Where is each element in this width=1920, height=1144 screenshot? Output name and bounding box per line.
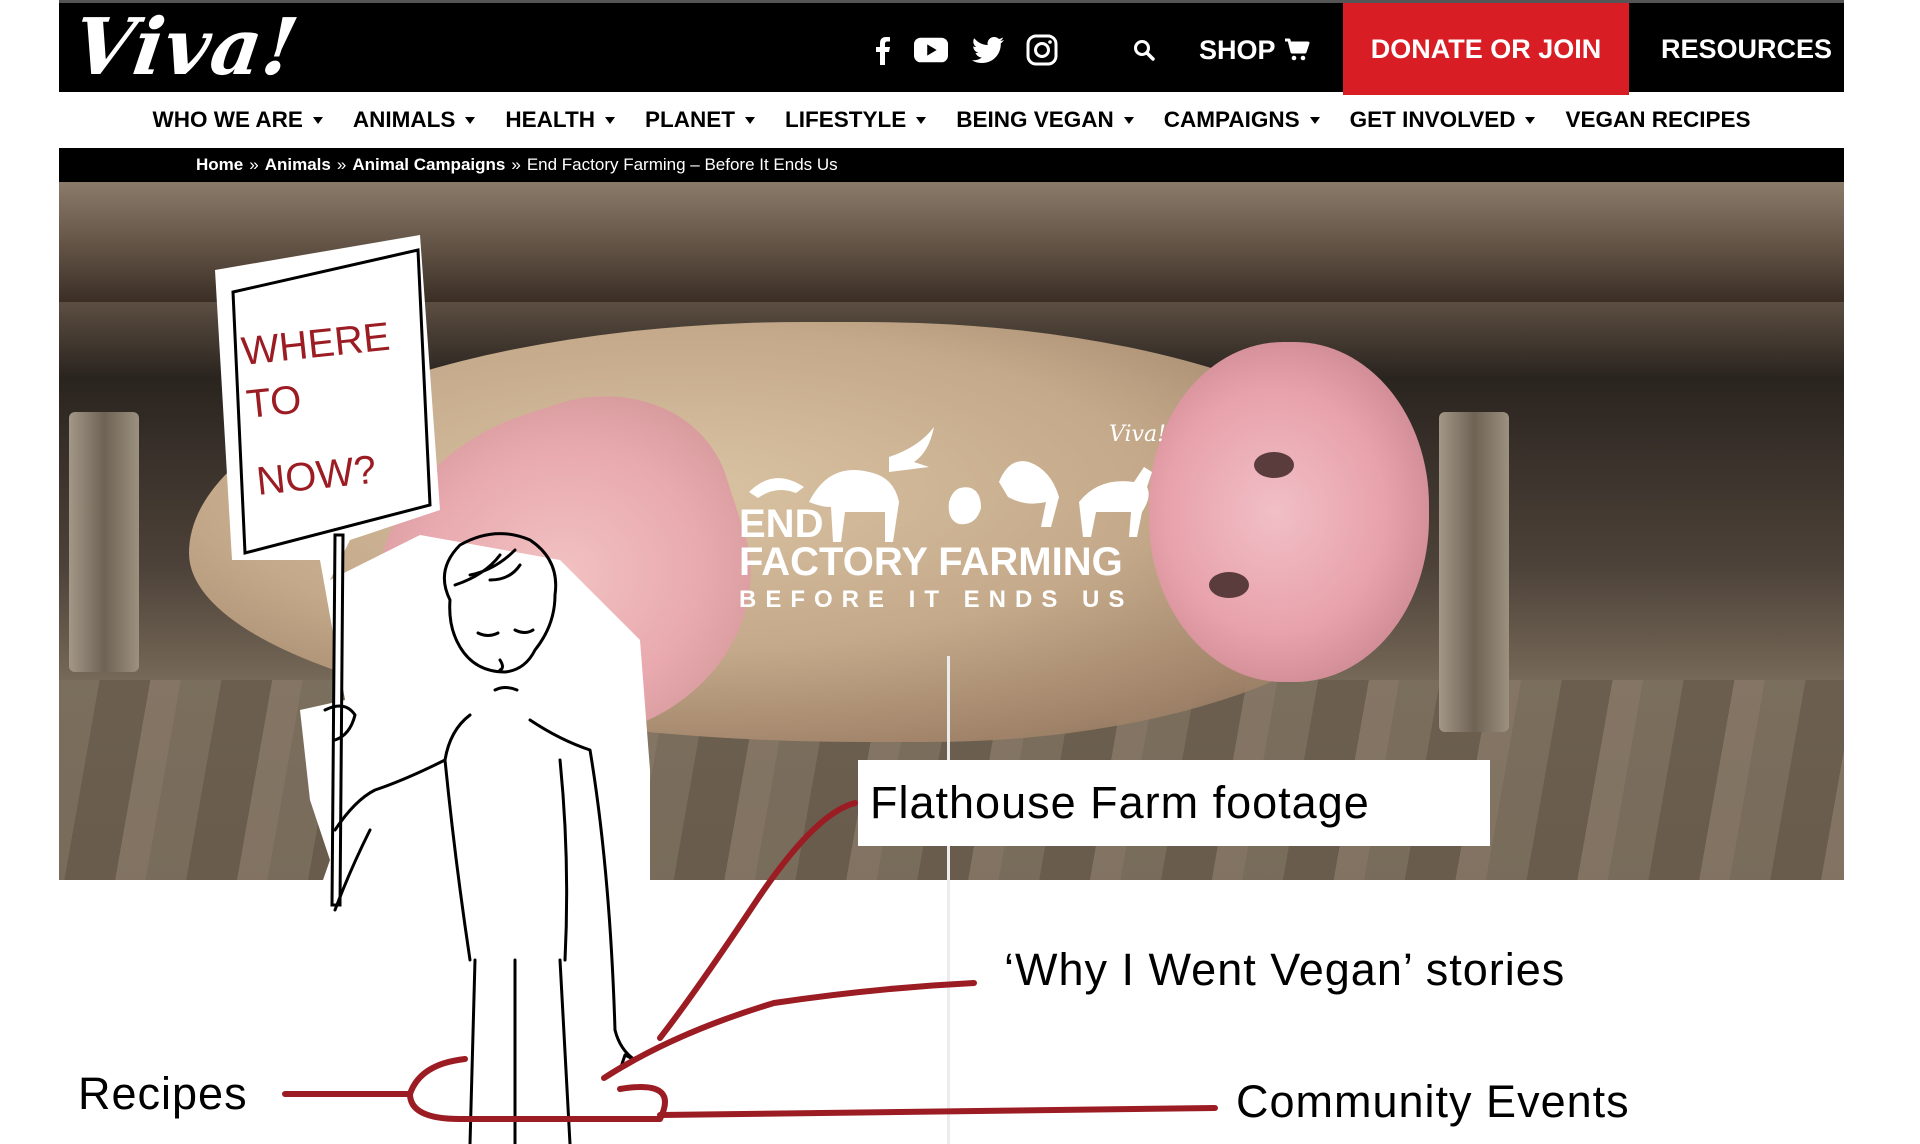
- sketch-overlay: WHERE TO NOW?: [215, 235, 1218, 1144]
- annotation-flathouse-text: Flathouse Farm footage: [870, 777, 1370, 828]
- annotation-why-vegan: ‘Why I Went Vegan’ stories: [1004, 944, 1566, 995]
- annotation-community-events: Community Events: [1236, 1076, 1630, 1127]
- annotation-recipes: Recipes: [78, 1068, 248, 1119]
- sign-line2: TO: [244, 377, 303, 426]
- annotation-flathouse: Flathouse Farm footage: [858, 760, 1490, 846]
